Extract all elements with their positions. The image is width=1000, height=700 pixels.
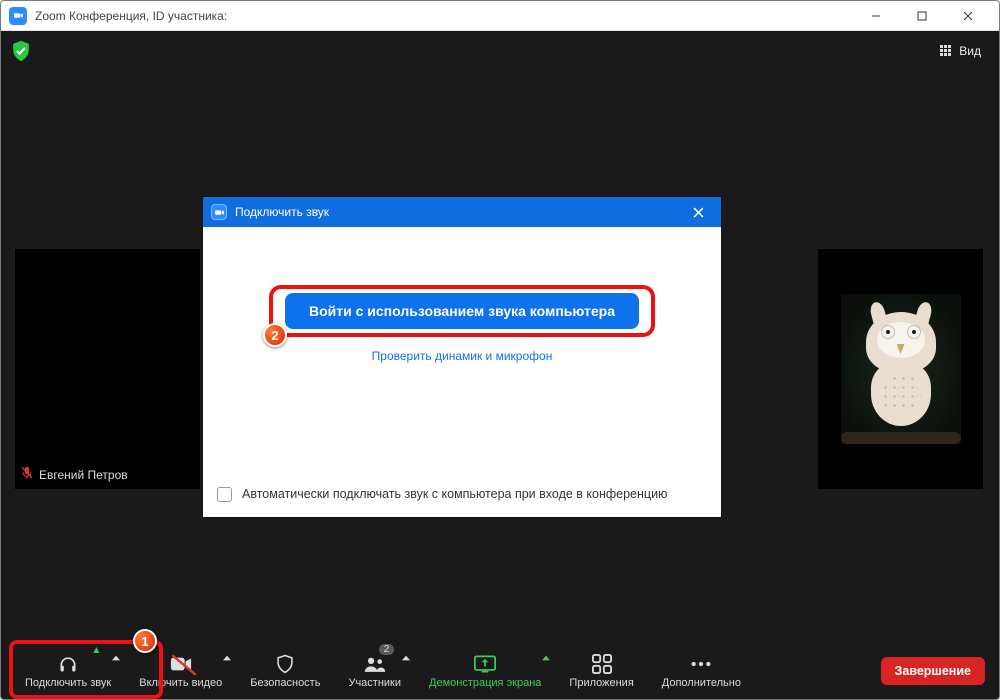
view-label: Вид	[959, 44, 981, 58]
apps-grid-icon	[591, 653, 613, 675]
join-with-computer-audio-button[interactable]: Войти с использованием звука компьютера	[285, 293, 639, 329]
dialog-close-button[interactable]	[683, 197, 713, 227]
share-screen-icon	[474, 653, 496, 675]
window-maximize-button[interactable]	[899, 1, 945, 31]
meeting-topbar: Вид	[1, 31, 999, 71]
test-speaker-mic-link[interactable]: Проверить динамик и микрофон	[372, 349, 553, 363]
security-button[interactable]: Безопасность	[240, 643, 330, 699]
encryption-shield-icon[interactable]	[11, 40, 31, 62]
upload-arrow-icon: ▲	[91, 645, 101, 656]
end-meeting-button[interactable]: Завершение	[881, 657, 985, 685]
annotation-badge-2: 2	[263, 323, 287, 347]
participant-tile-self[interactable]: Евгений Петров	[15, 249, 200, 489]
participants-options-chevron-icon[interactable]	[399, 651, 413, 665]
titlebar: Zoom Конференция, ID участника:	[1, 1, 999, 31]
participants-count-badge: 2	[379, 644, 395, 655]
participant-tile-remote[interactable]	[818, 249, 983, 489]
window-close-button[interactable]	[945, 1, 991, 31]
video-camera-off-icon	[170, 653, 192, 675]
annotation-badge-1: 1	[133, 629, 157, 653]
dialog-footer: Автоматически подключать звук с компьюте…	[203, 471, 721, 517]
muted-mic-icon	[21, 466, 33, 483]
participant-avatar	[841, 294, 961, 444]
meeting-area: Вид Евгений Петров	[1, 31, 999, 699]
zoom-app-icon	[9, 7, 27, 25]
people-icon	[364, 653, 386, 675]
app-window: Zoom Конференция, ID участника: Вид	[0, 0, 1000, 700]
more-horizontal-icon	[690, 653, 712, 675]
view-toggle-button[interactable]: Вид	[931, 40, 989, 62]
participants-button[interactable]: 2 Участники	[338, 643, 411, 699]
window-minimize-button[interactable]	[853, 1, 899, 31]
join-audio-button[interactable]: ▲ Подключить звук	[15, 643, 121, 699]
headphones-icon	[57, 653, 79, 675]
join-audio-highlight: Войти с использованием звука компьютера	[285, 293, 639, 329]
dialog-titlebar: Подключить звук	[203, 197, 721, 227]
video-options-chevron-icon[interactable]	[220, 651, 234, 665]
auto-join-audio-checkbox[interactable]	[217, 487, 232, 502]
join-audio-dialog: Подключить звук Войти с использованием з…	[203, 197, 721, 517]
participant-name-label: Евгений Петров	[21, 466, 128, 483]
zoom-app-icon	[211, 204, 227, 220]
audio-options-chevron-icon[interactable]	[109, 651, 123, 665]
share-options-chevron-icon[interactable]	[539, 651, 553, 665]
more-button[interactable]: Дополнительно	[652, 643, 751, 699]
auto-join-audio-label: Автоматически подключать звук с компьюте…	[242, 487, 667, 501]
grid-view-icon	[939, 44, 953, 58]
share-screen-button[interactable]: Демонстрация экрана	[419, 643, 551, 699]
security-shield-icon	[274, 653, 296, 675]
dialog-title: Подключить звук	[235, 205, 329, 219]
window-title: Zoom Конференция, ID участника:	[35, 9, 227, 23]
apps-button[interactable]: Приложения	[559, 643, 643, 699]
